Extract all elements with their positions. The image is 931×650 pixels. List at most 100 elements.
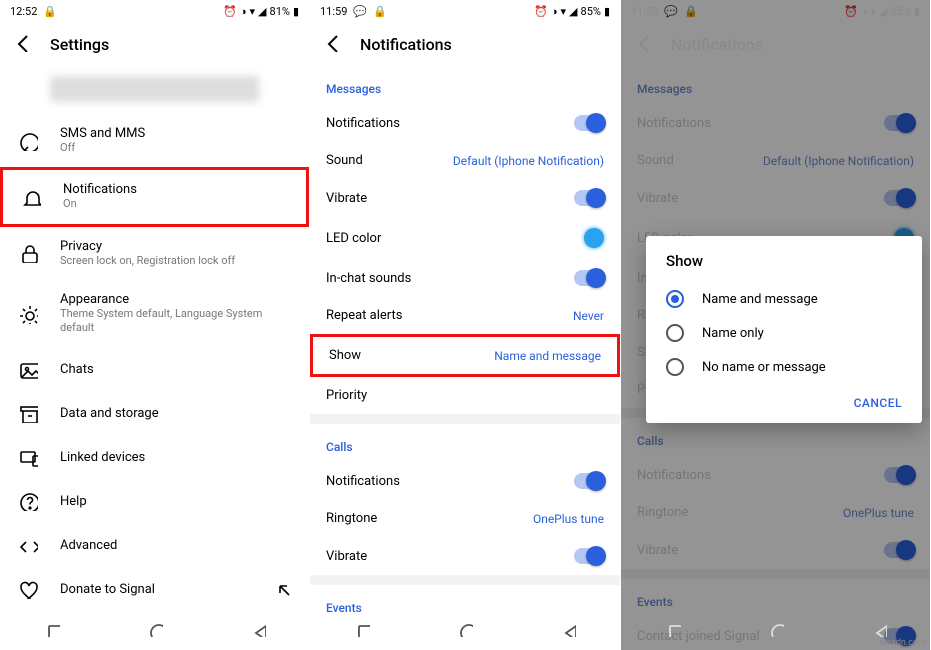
alarm-icon: ⏰ bbox=[223, 5, 237, 18]
pref-label: LED color bbox=[326, 231, 381, 246]
row-sub: On bbox=[63, 197, 288, 211]
pref-sound[interactable]: SoundDefault (Iphone Notification) bbox=[310, 142, 620, 179]
pref-label: Show bbox=[329, 348, 361, 363]
row-linked-devices[interactable]: Linked devices bbox=[0, 435, 309, 479]
page-title: Notifications bbox=[360, 35, 452, 54]
pref-label: Vibrate bbox=[326, 191, 367, 206]
section-calls: Calls bbox=[310, 424, 620, 462]
battery-percent: 85% bbox=[581, 5, 601, 18]
pref-notifications[interactable]: Notifications bbox=[310, 104, 620, 142]
lock-icon bbox=[18, 243, 38, 263]
pref-call-vibrate[interactable]: Vibrate bbox=[310, 537, 620, 575]
radio-icon[interactable] bbox=[666, 358, 684, 376]
app-bar: Settings bbox=[0, 22, 309, 66]
radio-icon[interactable] bbox=[666, 290, 684, 308]
pref-label: Notifications bbox=[326, 116, 400, 131]
row-label: Linked devices bbox=[60, 450, 291, 465]
toggle-switch[interactable] bbox=[574, 190, 604, 206]
radio-icon[interactable] bbox=[666, 324, 684, 342]
app-bar: Notifications bbox=[310, 22, 620, 66]
pref-led-color[interactable]: LED color bbox=[310, 217, 620, 259]
toggle-switch[interactable] bbox=[574, 270, 604, 286]
row-label: Privacy bbox=[60, 239, 291, 254]
status-bar: 12:52 🔒 ⏰ ◑ ▾ ◢ 81% ▮ bbox=[0, 0, 309, 22]
option-no-name-or-message[interactable]: No name or message bbox=[666, 350, 914, 384]
pref-inchat-sounds[interactable]: In-chat sounds bbox=[310, 259, 620, 297]
battery-icon: ▮ bbox=[604, 5, 610, 18]
option-label: Name and message bbox=[702, 292, 818, 307]
row-privacy[interactable]: PrivacyScreen lock on, Registration lock… bbox=[0, 227, 309, 280]
toggle-switch[interactable] bbox=[574, 548, 604, 564]
pref-ringtone[interactable]: RingtoneOnePlus tune bbox=[310, 500, 620, 537]
option-name-only[interactable]: Name only bbox=[666, 316, 914, 350]
pref-label: Repeat alerts bbox=[326, 308, 402, 323]
led-indicator bbox=[584, 228, 604, 248]
dnd-icon: ◑ bbox=[551, 5, 558, 18]
nav-home[interactable] bbox=[457, 621, 473, 641]
sun-icon bbox=[18, 304, 38, 324]
row-advanced[interactable]: Advanced bbox=[0, 523, 309, 567]
section-gap bbox=[310, 575, 620, 585]
nav-back[interactable] bbox=[560, 621, 576, 641]
chat-icon bbox=[18, 131, 38, 151]
row-label: Data and storage bbox=[60, 406, 291, 421]
battery-percent: 81% bbox=[270, 5, 290, 18]
cancel-button[interactable]: CANCEL bbox=[854, 396, 902, 410]
pref-vibrate[interactable]: Vibrate bbox=[310, 179, 620, 217]
row-label: Notifications bbox=[63, 182, 288, 197]
pref-value: OnePlus tune bbox=[533, 512, 604, 526]
nav-back[interactable] bbox=[250, 621, 266, 641]
row-data-storage[interactable]: Data and storage bbox=[0, 391, 309, 435]
status-bar: 11:59 💬 🔒 ⏰ ◑ ▾ ◢ 85% ▮ bbox=[310, 0, 620, 22]
nav-recent[interactable] bbox=[665, 621, 681, 641]
pref-show[interactable]: ShowName and message bbox=[310, 334, 620, 377]
row-sub: Theme System default, Language System de… bbox=[60, 307, 291, 336]
phone-settings: 12:52 🔒 ⏰ ◑ ▾ ◢ 81% ▮ Settings SMS and M… bbox=[0, 0, 310, 650]
row-label: Appearance bbox=[60, 292, 291, 307]
row-label: Donate to Signal bbox=[60, 582, 253, 597]
image-icon bbox=[18, 359, 38, 379]
status-time: 11:59 bbox=[320, 5, 347, 18]
watermark: wsxdn.com bbox=[880, 638, 926, 648]
dialog-show: Show Name and message Name only No name … bbox=[646, 236, 922, 423]
nav-home[interactable] bbox=[768, 621, 784, 641]
phone-notifications: 11:59 💬 🔒 ⏰ ◑ ▾ ◢ 85% ▮ Notifications Me… bbox=[310, 0, 621, 650]
heart-icon bbox=[18, 579, 38, 599]
battery-icon: ▮ bbox=[293, 5, 299, 18]
pref-label: Notifications bbox=[326, 474, 400, 489]
pref-call-notifications[interactable]: Notifications bbox=[310, 462, 620, 500]
external-icon bbox=[275, 581, 291, 597]
page-title: Settings bbox=[50, 35, 109, 54]
lock-icon: 🔒 bbox=[43, 5, 57, 18]
message-icon: 💬 bbox=[353, 5, 367, 18]
dnd-icon: ◑ bbox=[240, 5, 247, 18]
back-button[interactable] bbox=[12, 32, 32, 56]
pref-repeat-alerts[interactable]: Repeat alertsNever bbox=[310, 297, 620, 334]
row-notifications[interactable]: NotificationsOn bbox=[0, 167, 309, 226]
row-chats[interactable]: Chats bbox=[0, 347, 309, 391]
status-time: 12:52 bbox=[10, 5, 37, 18]
row-donate[interactable]: Donate to Signal bbox=[0, 567, 309, 611]
lock-icon: 🔒 bbox=[373, 5, 387, 18]
back-button[interactable] bbox=[322, 32, 342, 56]
row-label: Advanced bbox=[60, 538, 291, 553]
pref-label: Sound bbox=[326, 153, 363, 168]
row-appearance[interactable]: AppearanceTheme System default, Language… bbox=[0, 280, 309, 348]
toggle-switch[interactable] bbox=[574, 115, 604, 131]
row-help[interactable]: Help bbox=[0, 479, 309, 523]
bell-icon bbox=[21, 187, 41, 207]
row-sms-mms[interactable]: SMS and MMSOff bbox=[0, 114, 309, 167]
nav-bar bbox=[0, 612, 309, 650]
option-name-and-message[interactable]: Name and message bbox=[666, 282, 914, 316]
nav-recent[interactable] bbox=[44, 621, 60, 641]
help-icon bbox=[18, 491, 38, 511]
row-sub: Off bbox=[60, 141, 291, 155]
wifi-icon: ▾ bbox=[561, 5, 567, 18]
toggle-switch[interactable] bbox=[574, 473, 604, 489]
nav-recent[interactable] bbox=[354, 621, 370, 641]
code-icon bbox=[18, 535, 38, 555]
row-sub: Screen lock on, Registration lock off bbox=[60, 254, 291, 268]
nav-home[interactable] bbox=[147, 621, 163, 641]
pref-priority[interactable]: Priority bbox=[310, 377, 620, 414]
profile-blurred[interactable] bbox=[50, 76, 259, 102]
